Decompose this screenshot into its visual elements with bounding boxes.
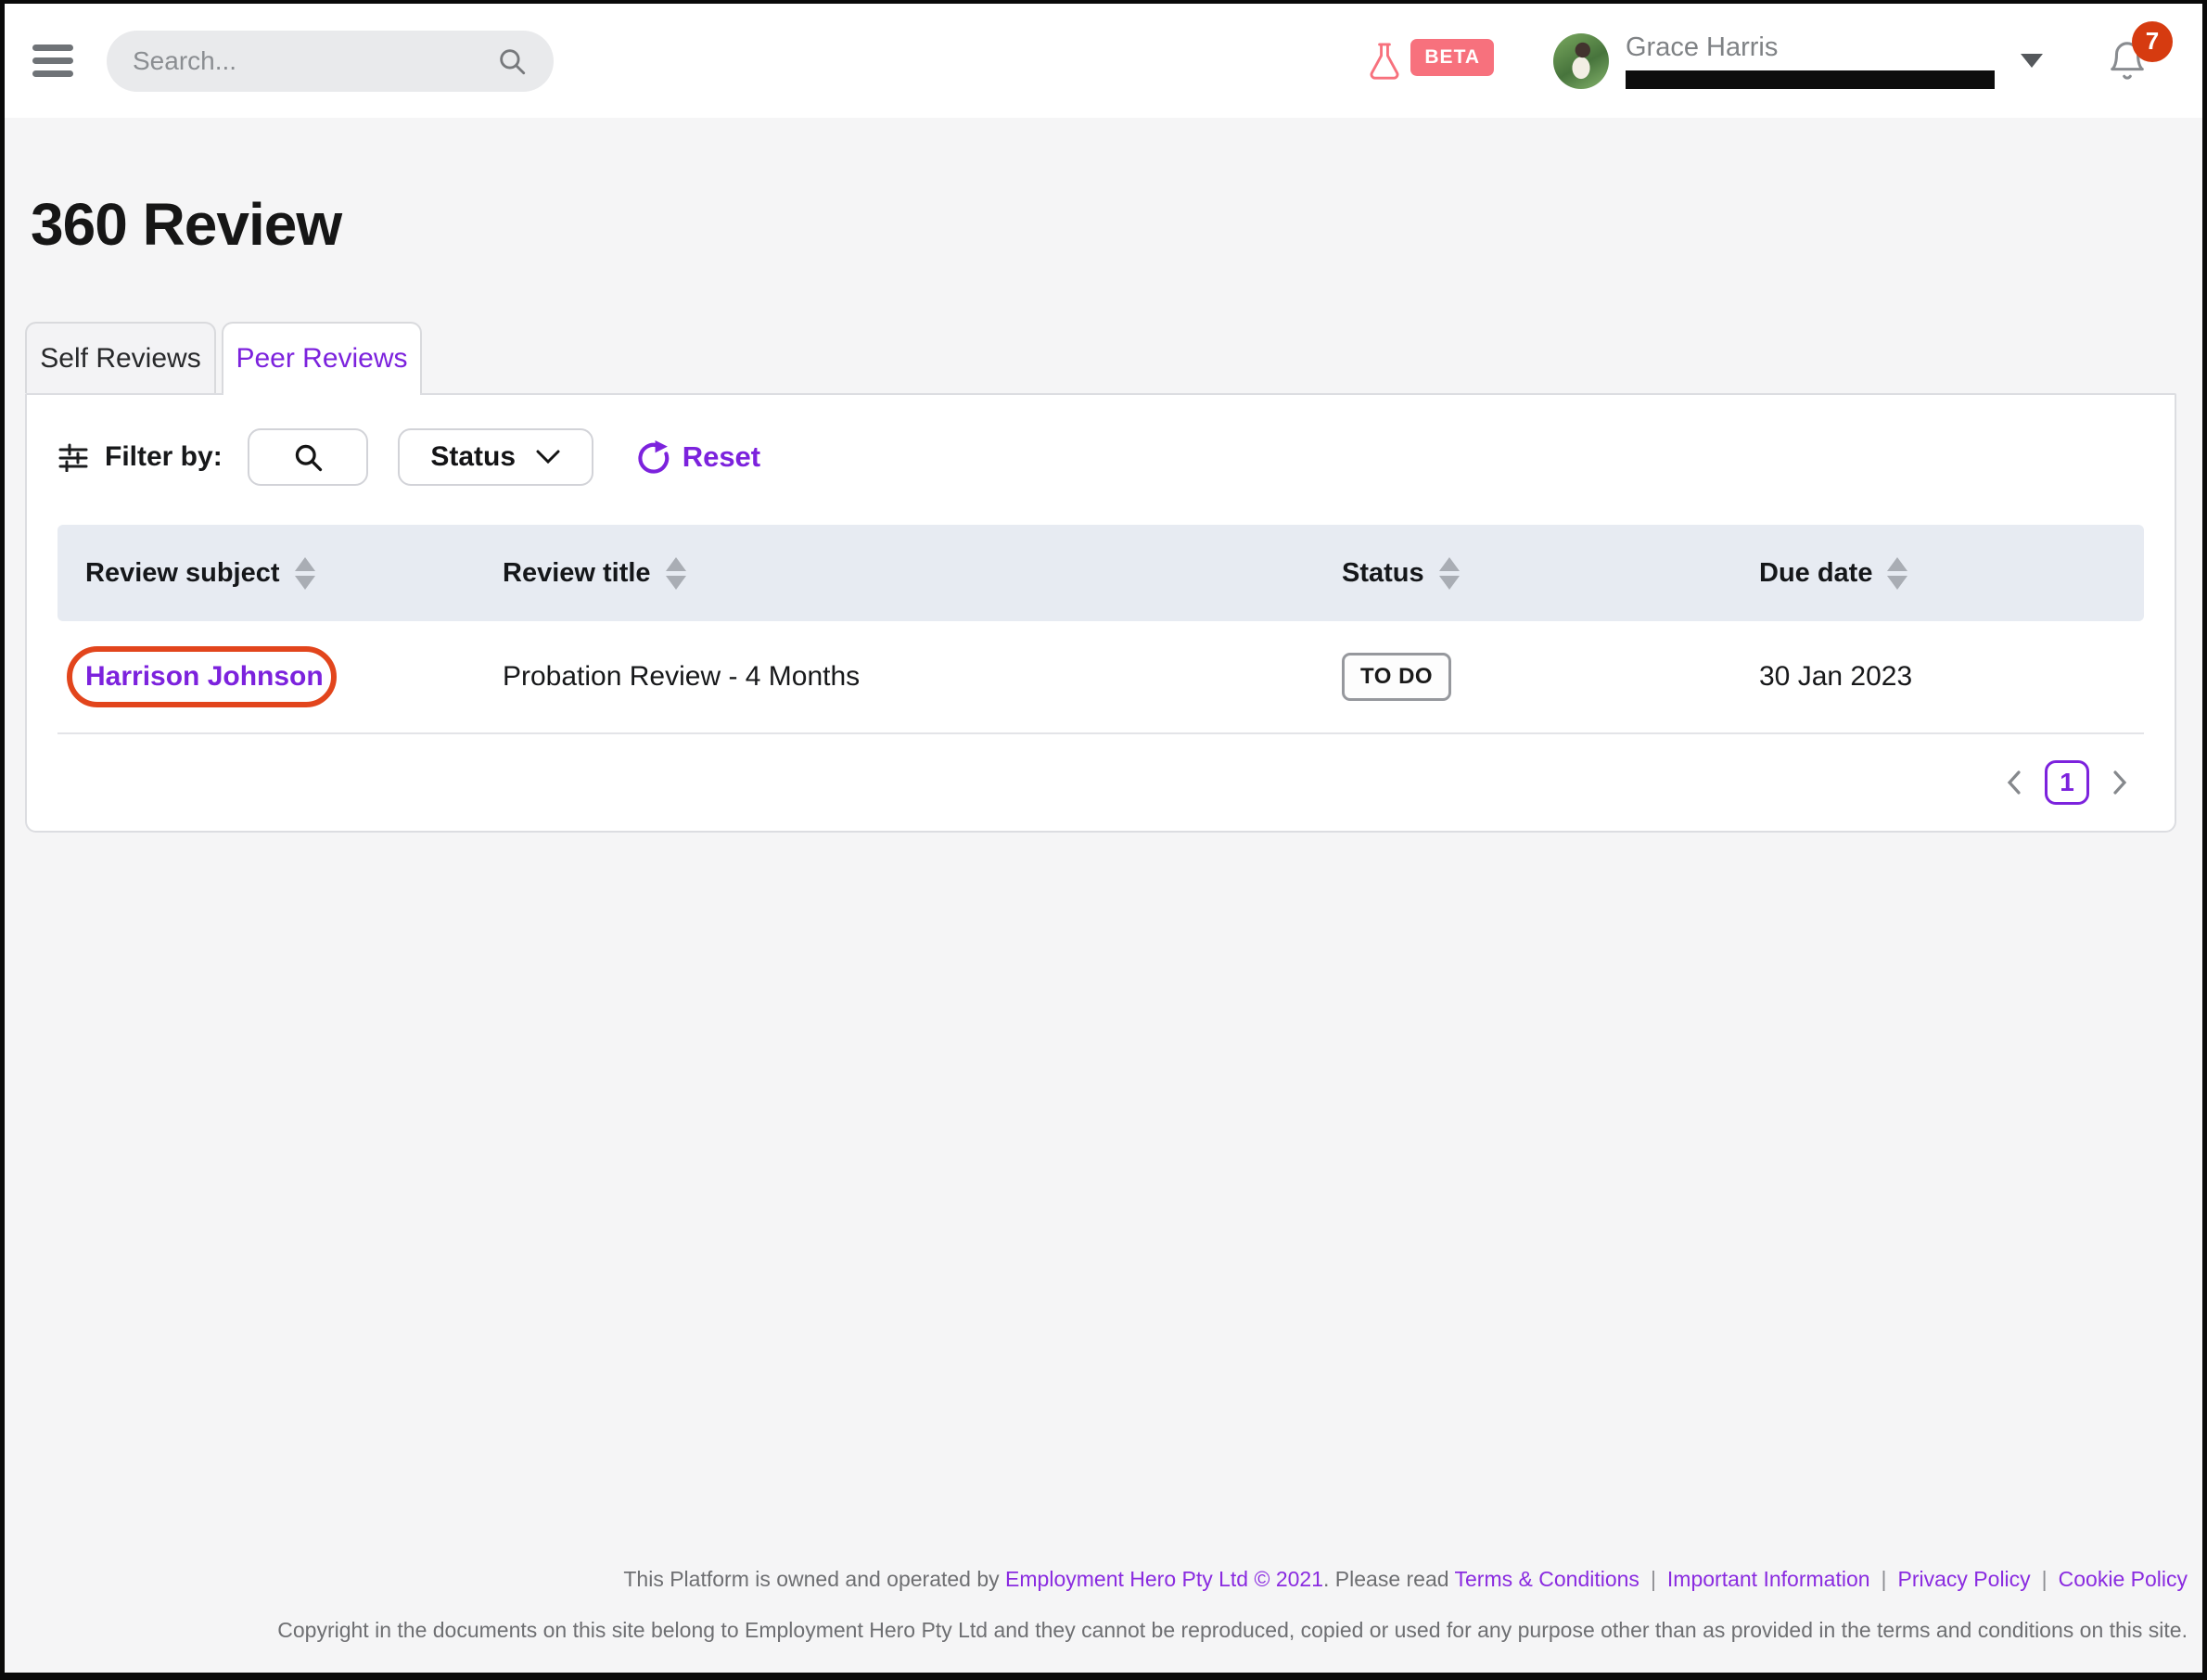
notifications-button[interactable]: 7 xyxy=(2106,38,2149,84)
search-icon xyxy=(291,440,325,474)
chevron-left-icon xyxy=(2006,770,2022,795)
cell-status: TO DO xyxy=(1342,653,1759,701)
review-subject-link[interactable]: Harrison Johnson xyxy=(85,661,324,692)
global-search[interactable] xyxy=(107,31,554,92)
table-header: Review subject Review title Status Due d… xyxy=(57,525,2144,621)
flask-icon xyxy=(1363,37,1406,85)
caret-down-icon[interactable] xyxy=(2021,54,2043,68)
tab-peer-reviews[interactable]: Peer Reviews xyxy=(222,322,422,393)
status-filter-label: Status xyxy=(430,441,516,473)
sort-icon[interactable] xyxy=(295,557,315,590)
previous-page-button[interactable] xyxy=(2006,770,2022,795)
column-header-review-subject[interactable]: Review subject xyxy=(57,557,503,590)
column-label: Status xyxy=(1342,558,1424,589)
footer-link-cookie-policy[interactable]: Cookie Policy xyxy=(2059,1567,2188,1591)
tab-self-reviews[interactable]: Self Reviews xyxy=(25,322,216,393)
filter-sliders-icon xyxy=(58,442,88,472)
footer-separator: | xyxy=(2042,1567,2048,1591)
app-window: BETA Grace Harris 7 360 Review Self Revi… xyxy=(0,0,2207,1680)
chevron-right-icon xyxy=(2111,770,2128,795)
footer: This Platform is owned and operated by E… xyxy=(5,1567,2202,1643)
redacted-email-bar xyxy=(1626,70,1995,89)
tabs: Self Reviews Peer Reviews xyxy=(25,322,2202,393)
main-content: 360 Review Self Reviews Peer Reviews Fil… xyxy=(5,190,2202,833)
status-filter-dropdown[interactable]: Status xyxy=(398,428,593,486)
sort-icon[interactable] xyxy=(1887,557,1907,590)
filter-by-label: Filter by: xyxy=(105,441,223,473)
peer-reviews-panel: Filter by: Status xyxy=(25,393,2176,833)
pagination: 1 xyxy=(27,760,2128,805)
column-label: Review title xyxy=(503,558,651,589)
sort-icon[interactable] xyxy=(1439,557,1460,590)
column-header-review-title[interactable]: Review title xyxy=(503,557,1342,590)
footer-link-privacy-policy[interactable]: Privacy Policy xyxy=(1898,1567,2031,1591)
avatar[interactable] xyxy=(1553,33,1609,89)
cell-due-date: 30 Jan 2023 xyxy=(1759,661,2146,693)
filter-bar: Filter by: Status xyxy=(58,428,2175,486)
row-divider xyxy=(57,732,2144,734)
footer-text: . Please read xyxy=(1323,1567,1455,1591)
cell-review-subject: Harrison Johnson xyxy=(57,661,503,693)
footer-text: This Platform is owned and operated by xyxy=(623,1567,1005,1591)
chevron-down-icon xyxy=(536,450,560,465)
filter-search-button[interactable] xyxy=(248,428,368,486)
reset-icon xyxy=(636,440,670,475)
footer-link-important-information[interactable]: Important Information xyxy=(1667,1567,1870,1591)
notification-count-badge: 7 xyxy=(2132,21,2173,62)
topbar: BETA Grace Harris 7 xyxy=(5,4,2202,118)
status-badge: TO DO xyxy=(1342,653,1451,701)
page-title: 360 Review xyxy=(31,190,2202,259)
next-page-button[interactable] xyxy=(2111,770,2128,795)
footer-link-terms[interactable]: Terms & Conditions xyxy=(1455,1567,1639,1591)
footer-link-company[interactable]: Employment Hero Pty Ltd © 2021 xyxy=(1005,1567,1323,1591)
reset-filters-button[interactable]: Reset xyxy=(636,440,760,475)
footer-separator: | xyxy=(1882,1567,1887,1591)
page-number-button[interactable]: 1 xyxy=(2045,760,2089,805)
footer-copyright: Copyright in the documents on this site … xyxy=(5,1618,2188,1643)
sort-icon[interactable] xyxy=(666,557,686,590)
search-input[interactable] xyxy=(133,46,496,76)
user-block: Grace Harris xyxy=(1626,32,1995,89)
beta-badge: BETA xyxy=(1410,39,1494,76)
footer-line1: This Platform is owned and operated by E… xyxy=(5,1567,2188,1592)
table-row: Harrison Johnson Probation Review - 4 Mo… xyxy=(57,621,2144,732)
user-name: Grace Harris xyxy=(1626,32,1995,63)
search-icon xyxy=(496,45,528,77)
column-header-due-date[interactable]: Due date xyxy=(1759,557,2146,590)
cell-review-title: Probation Review - 4 Months xyxy=(503,661,1342,693)
column-label: Due date xyxy=(1759,558,1872,589)
column-label: Review subject xyxy=(85,558,280,589)
column-header-status[interactable]: Status xyxy=(1342,557,1759,590)
footer-separator: | xyxy=(1651,1567,1656,1591)
beta-indicator: BETA xyxy=(1363,37,1494,85)
reset-label: Reset xyxy=(683,440,760,474)
hamburger-menu-icon[interactable] xyxy=(32,45,73,77)
